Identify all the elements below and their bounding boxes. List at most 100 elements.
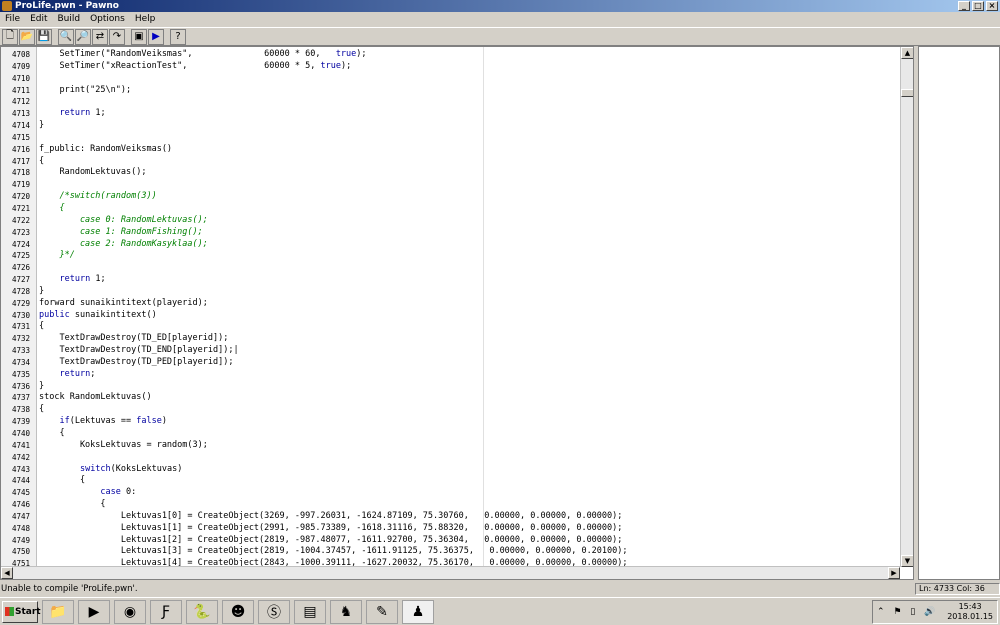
notepad-icon[interactable]: ✎ [366, 600, 398, 624]
code-line[interactable]: 4740 { [1, 428, 901, 440]
game-app-icon[interactable]: ☻ [222, 600, 254, 624]
code-line[interactable]: 4749 Lektuvas1[2] = CreateObject(2819, -… [1, 535, 901, 547]
open-file-icon[interactable]: 📂 [19, 28, 35, 45]
new-file-icon[interactable]: 🗋 [2, 28, 18, 45]
status-message: Unable to compile 'ProLife.pwn'. [1, 584, 138, 594]
horizontal-scrollbar[interactable]: ◀ ▶ [1, 566, 900, 579]
code-line[interactable]: 4745 case 0: [1, 487, 901, 499]
code-line[interactable]: 4729 forward sunaikintitext(playerid); [1, 298, 901, 310]
code-line[interactable]: 4712 [1, 96, 901, 108]
code-line[interactable]: 4717 { [1, 156, 901, 168]
code-line[interactable]: 4711 print("25\n"); [1, 85, 901, 97]
minimize-button[interactable]: _ [958, 1, 970, 11]
line-number: 4732 [11, 334, 30, 344]
menu-options[interactable]: Options [85, 13, 130, 26]
menu-help[interactable]: Help [130, 13, 161, 26]
line-number: 4709 [11, 61, 30, 71]
code-line[interactable]: 4719 [1, 179, 901, 191]
menu-edit[interactable]: Edit [25, 13, 52, 26]
code-line[interactable]: 4738 { [1, 404, 901, 416]
save-icon[interactable]: 💾 [36, 28, 52, 45]
window-title: ProLife.pwn - Pawno [15, 1, 119, 11]
skype-icon[interactable]: Ⓢ [258, 600, 290, 624]
goto-icon[interactable]: ↷ [109, 28, 125, 45]
code-line[interactable]: 4710 [1, 73, 901, 85]
code-text: KoksLektuvas = random(3); [39, 439, 208, 450]
scroll-thumb[interactable] [901, 89, 913, 97]
scroll-left-icon[interactable]: ◀ [1, 567, 13, 579]
code-line[interactable]: 4747 Lektuvas1[0] = CreateObject(3269, -… [1, 511, 901, 523]
code-text: case 0: RandomLektuvas(); [39, 214, 208, 225]
code-line[interactable]: 4728} [1, 286, 901, 298]
code-line[interactable]: 4715 [1, 132, 901, 144]
code-line[interactable]: 4735 return; [1, 369, 901, 381]
line-number: 4731 [11, 322, 30, 332]
line-number: 4717 [11, 156, 30, 166]
code-lines[interactable]: 4708 SetTimer("RandomVeiksmas", 60000 * … [1, 49, 901, 570]
code-line[interactable]: 4743 switch(KoksLektuvas) [1, 464, 901, 476]
code-line[interactable]: 4727 return 1; [1, 274, 901, 286]
scroll-down-icon[interactable]: ▼ [901, 555, 913, 567]
vertical-scrollbar[interactable]: ▲ ▼ [900, 47, 913, 567]
help-icon[interactable]: ? [170, 28, 186, 45]
code-line[interactable]: 4739 if(Lektuvas == false) [1, 416, 901, 428]
code-line[interactable]: 4718 RandomLektuvas(); [1, 167, 901, 179]
media-player-icon[interactable]: ▶ [78, 600, 110, 624]
line-number: 4744 [11, 476, 30, 486]
code-line[interactable]: 4722 case 0: RandomLektuvas(); [1, 215, 901, 227]
code-line[interactable]: 4726 [1, 262, 901, 274]
close-button[interactable]: × [986, 1, 998, 11]
scroll-up-icon[interactable]: ▲ [901, 47, 913, 59]
code-line[interactable]: 4748 Lektuvas1[1] = CreateObject(2991, -… [1, 523, 901, 535]
code-line[interactable]: 4746 { [1, 499, 901, 511]
code-line[interactable]: 4721 { [1, 203, 901, 215]
replace-icon[interactable]: ⇄ [92, 28, 108, 45]
window-switcher-icon[interactable]: ▤ [294, 600, 326, 624]
compile-icon[interactable]: ▣ [131, 28, 147, 45]
cowboy-app-icon[interactable]: ♞ [330, 600, 362, 624]
code-line[interactable]: 4713 return 1; [1, 108, 901, 120]
code-line[interactable]: 4733 TextDrawDestroy(TD_END[playerid]);| [1, 345, 901, 357]
code-line[interactable]: 4725 }*/ [1, 250, 901, 262]
title-bar: ProLife.pwn - Pawno _ □ × [0, 0, 1000, 12]
code-line[interactable]: 4714} [1, 120, 901, 132]
pawno-task-icon[interactable]: ♟ [402, 600, 434, 624]
code-line[interactable]: 4720 /*switch(random(3)) [1, 191, 901, 203]
code-line[interactable]: 4723 case 1: RandomFishing(); [1, 227, 901, 239]
code-line[interactable]: 4709 SetTimer("xReactionTest", 60000 * 5… [1, 61, 901, 73]
find-next-icon[interactable]: 🔎 [75, 28, 91, 45]
code-text: { [39, 428, 65, 438]
find-icon[interactable]: 🔍 [58, 28, 74, 45]
code-editor[interactable]: 4708 SetTimer("RandomVeiksmas", 60000 * … [0, 46, 914, 580]
code-line[interactable]: 4734 TextDrawDestroy(TD_PED[playerid]); [1, 357, 901, 369]
scroll-right-icon[interactable]: ▶ [888, 567, 900, 579]
start-button[interactable]: Start [2, 601, 41, 623]
code-line[interactable]: 4732 TextDrawDestroy(TD_ED[playerid]); [1, 333, 901, 345]
menu-build[interactable]: Build [53, 13, 86, 26]
code-line[interactable]: 4750 Lektuvas1[3] = CreateObject(2819, -… [1, 546, 901, 558]
python-icon[interactable]: 🐍 [186, 600, 218, 624]
maximize-button[interactable]: □ [972, 1, 984, 11]
code-line[interactable]: 4724 case 2: RandomKasyklaa(); [1, 239, 901, 251]
chrome-icon[interactable]: ◉ [114, 600, 146, 624]
code-line[interactable]: 4731 { [1, 321, 901, 333]
tray-icons[interactable]: ⌃ ⚑ ▯ 🔊 [877, 607, 938, 617]
code-line[interactable]: 4737 stock RandomLektuvas() [1, 392, 901, 404]
code-line[interactable]: 4730 public sunaikintitext() [1, 310, 901, 322]
code-text: return 1; [59, 274, 106, 285]
menu-file[interactable]: File [0, 13, 25, 26]
filezilla-icon[interactable]: Ƒ [150, 600, 182, 624]
clock[interactable]: 15:43 2018.01.15 [947, 602, 993, 622]
code-line[interactable]: 4744 { [1, 475, 901, 487]
line-number: 4746 [11, 500, 30, 510]
code-line[interactable]: 4741 KoksLektuvas = random(3); [1, 440, 901, 452]
code-line[interactable]: 4736} [1, 381, 901, 393]
code-line[interactable]: 4716 f_public: RandomVeiksmas() [1, 144, 901, 156]
code-line[interactable]: 4742 [1, 452, 901, 464]
explorer-icon[interactable]: 📁 [42, 600, 74, 624]
run-icon[interactable]: ▶ [148, 28, 164, 45]
pawno-app-icon [2, 1, 12, 11]
function-list-panel[interactable] [918, 46, 1000, 580]
code-text: f_public: RandomVeiksmas() [39, 143, 173, 154]
code-line[interactable]: 4708 SetTimer("RandomVeiksmas", 60000 * … [1, 49, 901, 61]
